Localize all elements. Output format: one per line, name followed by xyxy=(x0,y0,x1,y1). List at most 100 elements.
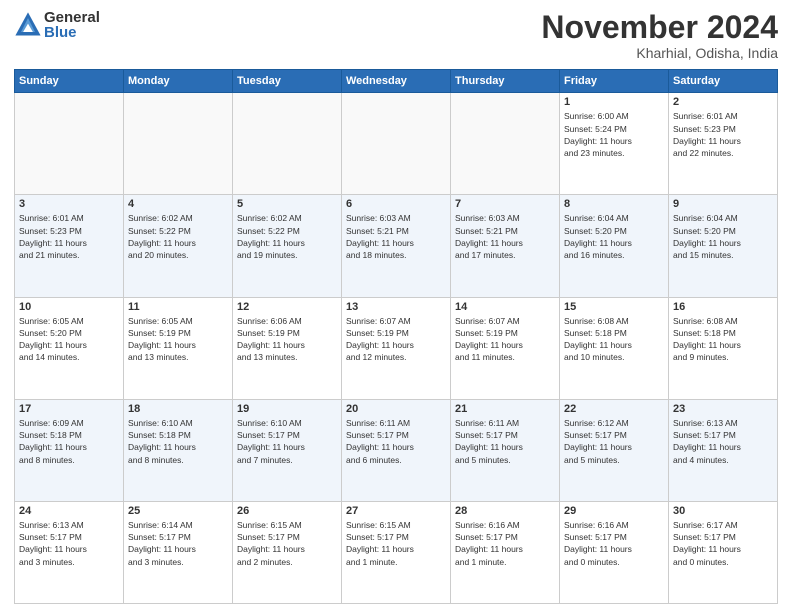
calendar-day-cell: 27 Sunrise: 6:15 AM Sunset: 5:17 PM Dayli… xyxy=(342,501,451,603)
day-number: 27 xyxy=(346,505,446,517)
weekday-header-wednesday: Wednesday xyxy=(342,70,451,93)
calendar-week-row: 17 Sunrise: 6:09 AM Sunset: 5:18 PM Dayli… xyxy=(15,399,778,501)
day-number: 16 xyxy=(673,301,773,313)
day-info: Sunrise: 6:15 AM Sunset: 5:17 PM Dayligh… xyxy=(237,519,337,568)
calendar-day-cell: 3Sunrise: 6:01 AM Sunset: 5:23 PM Daylig… xyxy=(15,195,124,297)
day-info: Sunrise: 6:11 AM Sunset: 5:17 PM Dayligh… xyxy=(455,417,555,466)
day-info: Sunrise: 6:06 AM Sunset: 5:19 PM Dayligh… xyxy=(237,315,337,364)
day-number: 25 xyxy=(128,505,228,517)
weekday-header-tuesday: Tuesday xyxy=(233,70,342,93)
empty-cell xyxy=(15,93,124,195)
day-info: Sunrise: 6:04 AM Sunset: 5:20 PM Dayligh… xyxy=(673,212,773,261)
location: Kharhial, Odisha, India xyxy=(541,45,778,61)
day-number: 5 xyxy=(237,198,337,210)
day-info: Sunrise: 6:14 AM Sunset: 5:17 PM Dayligh… xyxy=(128,519,228,568)
calendar-day-cell: 25 Sunrise: 6:14 AM Sunset: 5:17 PM Dayli… xyxy=(124,501,233,603)
calendar-day-cell: 5 Sunrise: 6:02 AM Sunset: 5:22 PM Daylig… xyxy=(233,195,342,297)
logo: General Blue xyxy=(14,10,100,40)
day-info: Sunrise: 6:01 AM Sunset: 5:23 PM Dayligh… xyxy=(673,110,773,159)
day-number: 29 xyxy=(564,505,664,517)
calendar-day-cell: 1Sunrise: 6:00 AM Sunset: 5:24 PM Daylig… xyxy=(560,93,669,195)
day-number: 20 xyxy=(346,403,446,415)
day-number: 19 xyxy=(237,403,337,415)
logo-icon xyxy=(14,11,42,39)
empty-cell xyxy=(233,93,342,195)
calendar-day-cell: 16 Sunrise: 6:08 AM Sunset: 5:18 PM Dayli… xyxy=(669,297,778,399)
weekday-header-sunday: Sunday xyxy=(15,70,124,93)
page: General Blue November 2024 Kharhial, Odi… xyxy=(0,0,792,612)
logo-general-text: General xyxy=(44,10,100,25)
logo-blue-text: Blue xyxy=(44,25,100,40)
day-info: Sunrise: 6:03 AM Sunset: 5:21 PM Dayligh… xyxy=(455,212,555,261)
calendar-day-cell: 8Sunrise: 6:04 AM Sunset: 5:20 PM Daylig… xyxy=(560,195,669,297)
day-info: Sunrise: 6:16 AM Sunset: 5:17 PM Dayligh… xyxy=(455,519,555,568)
day-number: 8 xyxy=(564,198,664,210)
day-info: Sunrise: 6:12 AM Sunset: 5:17 PM Dayligh… xyxy=(564,417,664,466)
calendar-day-cell: 11Sunrise: 6:05 AM Sunset: 5:19 PM Dayli… xyxy=(124,297,233,399)
logo-text: General Blue xyxy=(44,10,100,40)
day-info: Sunrise: 6:10 AM Sunset: 5:17 PM Dayligh… xyxy=(237,417,337,466)
day-number: 2 xyxy=(673,96,773,108)
day-number: 21 xyxy=(455,403,555,415)
day-number: 26 xyxy=(237,505,337,517)
day-info: Sunrise: 6:08 AM Sunset: 5:18 PM Dayligh… xyxy=(564,315,664,364)
weekday-header-monday: Monday xyxy=(124,70,233,93)
day-info: Sunrise: 6:13 AM Sunset: 5:17 PM Dayligh… xyxy=(673,417,773,466)
calendar-week-row: 24 Sunrise: 6:13 AM Sunset: 5:17 PM Dayli… xyxy=(15,501,778,603)
day-info: Sunrise: 6:08 AM Sunset: 5:18 PM Dayligh… xyxy=(673,315,773,364)
calendar-day-cell: 6Sunrise: 6:03 AM Sunset: 5:21 PM Daylig… xyxy=(342,195,451,297)
day-info: Sunrise: 6:01 AM Sunset: 5:23 PM Dayligh… xyxy=(19,212,119,261)
day-number: 7 xyxy=(455,198,555,210)
day-number: 17 xyxy=(19,403,119,415)
calendar-day-cell: 21 Sunrise: 6:11 AM Sunset: 5:17 PM Dayli… xyxy=(451,399,560,501)
calendar-day-cell: 28 Sunrise: 6:16 AM Sunset: 5:17 PM Dayli… xyxy=(451,501,560,603)
calendar-day-cell: 23 Sunrise: 6:13 AM Sunset: 5:17 PM Dayli… xyxy=(669,399,778,501)
empty-cell xyxy=(124,93,233,195)
day-info: Sunrise: 6:02 AM Sunset: 5:22 PM Dayligh… xyxy=(237,212,337,261)
calendar-day-cell: 4 Sunrise: 6:02 AM Sunset: 5:22 PM Daylig… xyxy=(124,195,233,297)
calendar-day-cell: 22 Sunrise: 6:12 AM Sunset: 5:17 PM Dayli… xyxy=(560,399,669,501)
day-number: 22 xyxy=(564,403,664,415)
day-number: 18 xyxy=(128,403,228,415)
month-title: November 2024 xyxy=(541,10,778,45)
empty-cell xyxy=(451,93,560,195)
calendar-week-row: 1Sunrise: 6:00 AM Sunset: 5:24 PM Daylig… xyxy=(15,93,778,195)
day-info: Sunrise: 6:17 AM Sunset: 5:17 PM Dayligh… xyxy=(673,519,773,568)
calendar-day-cell: 30 Sunrise: 6:17 AM Sunset: 5:17 PM Dayli… xyxy=(669,501,778,603)
calendar-day-cell: 13Sunrise: 6:07 AM Sunset: 5:19 PM Dayli… xyxy=(342,297,451,399)
day-number: 4 xyxy=(128,198,228,210)
calendar-day-cell: 10 Sunrise: 6:05 AM Sunset: 5:20 PM Dayli… xyxy=(15,297,124,399)
day-info: Sunrise: 6:09 AM Sunset: 5:18 PM Dayligh… xyxy=(19,417,119,466)
weekday-header-friday: Friday xyxy=(560,70,669,93)
calendar-day-cell: 24 Sunrise: 6:13 AM Sunset: 5:17 PM Dayli… xyxy=(15,501,124,603)
calendar-day-cell: 29 Sunrise: 6:16 AM Sunset: 5:17 PM Dayli… xyxy=(560,501,669,603)
calendar-week-row: 10 Sunrise: 6:05 AM Sunset: 5:20 PM Dayli… xyxy=(15,297,778,399)
day-number: 23 xyxy=(673,403,773,415)
weekday-header-saturday: Saturday xyxy=(669,70,778,93)
calendar-day-cell: 2 Sunrise: 6:01 AM Sunset: 5:23 PM Daylig… xyxy=(669,93,778,195)
day-info: Sunrise: 6:03 AM Sunset: 5:21 PM Dayligh… xyxy=(346,212,446,261)
calendar-day-cell: 18Sunrise: 6:10 AM Sunset: 5:18 PM Dayli… xyxy=(124,399,233,501)
day-info: Sunrise: 6:05 AM Sunset: 5:20 PM Dayligh… xyxy=(19,315,119,364)
day-info: Sunrise: 6:15 AM Sunset: 5:17 PM Dayligh… xyxy=(346,519,446,568)
day-number: 28 xyxy=(455,505,555,517)
calendar-day-cell: 7 Sunrise: 6:03 AM Sunset: 5:21 PM Daylig… xyxy=(451,195,560,297)
day-info: Sunrise: 6:05 AM Sunset: 5:19 PM Dayligh… xyxy=(128,315,228,364)
day-number: 24 xyxy=(19,505,119,517)
day-info: Sunrise: 6:13 AM Sunset: 5:17 PM Dayligh… xyxy=(19,519,119,568)
day-number: 15 xyxy=(564,301,664,313)
calendar-day-cell: 26 Sunrise: 6:15 AM Sunset: 5:17 PM Dayli… xyxy=(233,501,342,603)
day-info: Sunrise: 6:07 AM Sunset: 5:19 PM Dayligh… xyxy=(455,315,555,364)
calendar-day-cell: 17 Sunrise: 6:09 AM Sunset: 5:18 PM Dayli… xyxy=(15,399,124,501)
day-number: 9 xyxy=(673,198,773,210)
day-info: Sunrise: 6:11 AM Sunset: 5:17 PM Dayligh… xyxy=(346,417,446,466)
day-info: Sunrise: 6:16 AM Sunset: 5:17 PM Dayligh… xyxy=(564,519,664,568)
day-number: 10 xyxy=(19,301,119,313)
day-number: 12 xyxy=(237,301,337,313)
day-info: Sunrise: 6:07 AM Sunset: 5:19 PM Dayligh… xyxy=(346,315,446,364)
calendar-week-row: 3Sunrise: 6:01 AM Sunset: 5:23 PM Daylig… xyxy=(15,195,778,297)
day-info: Sunrise: 6:02 AM Sunset: 5:22 PM Dayligh… xyxy=(128,212,228,261)
day-number: 30 xyxy=(673,505,773,517)
calendar-day-cell: 15 Sunrise: 6:08 AM Sunset: 5:18 PM Dayli… xyxy=(560,297,669,399)
calendar-day-cell: 12 Sunrise: 6:06 AM Sunset: 5:19 PM Dayli… xyxy=(233,297,342,399)
